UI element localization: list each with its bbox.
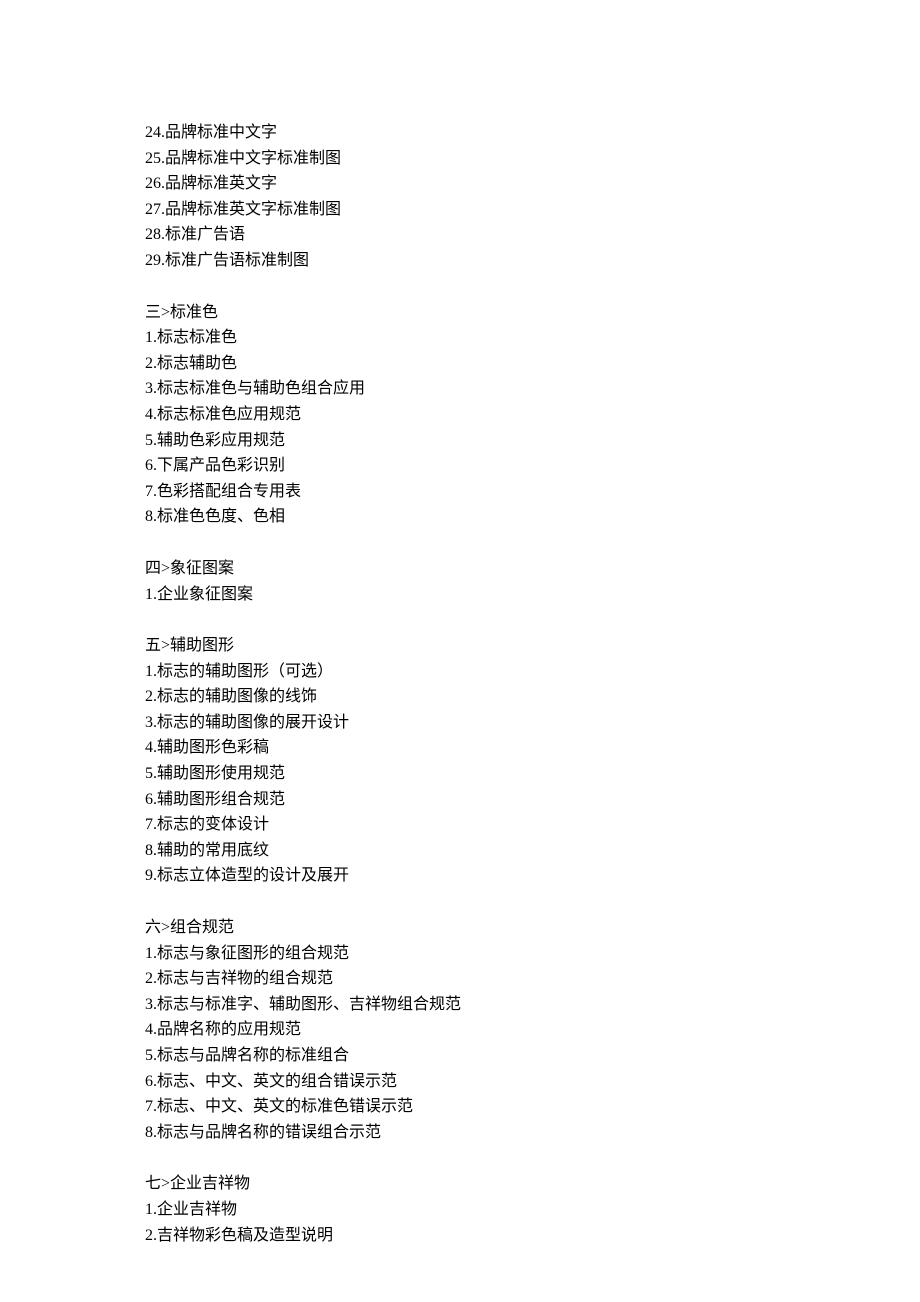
list-item: 1.标志与象征图形的组合规范 <box>145 941 920 967</box>
list-item: 5.标志与品牌名称的标准组合 <box>145 1043 920 1069</box>
list-item: 7.标志的变体设计 <box>145 812 920 838</box>
list-item: 4.辅助图形色彩稿 <box>145 735 920 761</box>
list-item: 6.下属产品色彩识别 <box>145 453 920 479</box>
list-item: 24.品牌标准中文字 <box>145 120 920 146</box>
section-7: 七>企业吉祥物 1.企业吉祥物 2.吉祥物彩色稿及造型说明 <box>145 1171 920 1248</box>
list-item: 3.标志的辅助图像的展开设计 <box>145 710 920 736</box>
list-item: 2.吉祥物彩色稿及造型说明 <box>145 1223 920 1249</box>
list-item: 1.标志的辅助图形（可选） <box>145 659 920 685</box>
section-5: 五>辅助图形 1.标志的辅助图形（可选） 2.标志的辅助图像的线饰 3.标志的辅… <box>145 633 920 889</box>
list-item: 1.标志标准色 <box>145 325 920 351</box>
document-content: 24.品牌标准中文字 25.品牌标准中文字标准制图 26.品牌标准英文字 27.… <box>145 120 920 1248</box>
list-item: 5.辅助图形使用规范 <box>145 761 920 787</box>
list-item: 3.标志与标准字、辅助图形、吉祥物组合规范 <box>145 992 920 1018</box>
list-item: 1.企业吉祥物 <box>145 1197 920 1223</box>
section-4: 四>象征图案 1.企业象征图案 <box>145 556 920 607</box>
list-item: 2.标志与吉祥物的组合规范 <box>145 966 920 992</box>
list-item: 9.标志立体造型的设计及展开 <box>145 863 920 889</box>
list-item: 8.标准色色度、色相 <box>145 504 920 530</box>
list-item: 1.企业象征图案 <box>145 582 920 608</box>
section-header: 六>组合规范 <box>145 915 920 941</box>
list-item: 28.标准广告语 <box>145 222 920 248</box>
section-header: 七>企业吉祥物 <box>145 1171 920 1197</box>
list-item: 25.品牌标准中文字标准制图 <box>145 146 920 172</box>
list-item: 5.辅助色彩应用规范 <box>145 428 920 454</box>
section-header: 三>标准色 <box>145 300 920 326</box>
list-item: 6.标志、中文、英文的组合错误示范 <box>145 1069 920 1095</box>
list-item: 8.辅助的常用底纹 <box>145 838 920 864</box>
section-header: 四>象征图案 <box>145 556 920 582</box>
list-item: 2.标志辅助色 <box>145 351 920 377</box>
list-item: 3.标志标准色与辅助色组合应用 <box>145 376 920 402</box>
list-item: 4.标志标准色应用规范 <box>145 402 920 428</box>
list-item: 6.辅助图形组合规范 <box>145 787 920 813</box>
section-3: 三>标准色 1.标志标准色 2.标志辅助色 3.标志标准色与辅助色组合应用 4.… <box>145 300 920 530</box>
list-item: 4.品牌名称的应用规范 <box>145 1017 920 1043</box>
section-top: 24.品牌标准中文字 25.品牌标准中文字标准制图 26.品牌标准英文字 27.… <box>145 120 920 274</box>
list-item: 26.品牌标准英文字 <box>145 171 920 197</box>
list-item: 7.色彩搭配组合专用表 <box>145 479 920 505</box>
list-item: 7.标志、中文、英文的标准色错误示范 <box>145 1094 920 1120</box>
section-header: 五>辅助图形 <box>145 633 920 659</box>
list-item: 8.标志与品牌名称的错误组合示范 <box>145 1120 920 1146</box>
list-item: 27.品牌标准英文字标准制图 <box>145 197 920 223</box>
list-item: 2.标志的辅助图像的线饰 <box>145 684 920 710</box>
section-6: 六>组合规范 1.标志与象征图形的组合规范 2.标志与吉祥物的组合规范 3.标志… <box>145 915 920 1145</box>
list-item: 29.标准广告语标准制图 <box>145 248 920 274</box>
